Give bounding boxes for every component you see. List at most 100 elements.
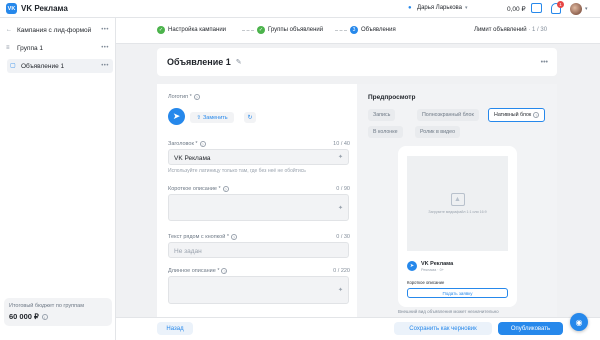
info-icon[interactable]: ? bbox=[222, 186, 229, 192]
page-title: Объявление 1 bbox=[167, 57, 231, 67]
crop-button[interactable]: ↻ bbox=[244, 112, 256, 123]
preview-chip-instream[interactable]: Ролик в видео bbox=[415, 126, 461, 138]
sidebar-item-group[interactable]: ≡ Группа 1 ••• bbox=[3, 41, 113, 55]
preview-chip-fullscreen[interactable]: Полноэкранный блок bbox=[417, 109, 479, 121]
chat-icon[interactable]: ◉ bbox=[570, 313, 588, 331]
preview-chip-column[interactable]: В колонке bbox=[368, 126, 403, 138]
ad-header: Объявление 1 ✎ ••• bbox=[157, 48, 557, 76]
sidebar-item-label: Кампания с лид-формой bbox=[17, 26, 92, 34]
avatar[interactable] bbox=[570, 3, 582, 15]
footer: Назад Сохранить как черновик Опубликоват… bbox=[116, 317, 600, 340]
wallet-icon[interactable] bbox=[531, 3, 542, 13]
preview-chip-post[interactable]: Запись bbox=[368, 109, 396, 121]
back-button[interactable]: Назад bbox=[157, 322, 193, 335]
ad-logo-icon: ➤ bbox=[407, 261, 417, 271]
budget-summary: Итоговый бюджет по группам 60 000 ₽ i bbox=[4, 298, 112, 326]
replace-label: Заменить bbox=[202, 114, 228, 121]
long-desc-label: Длинное описание * ? bbox=[168, 268, 228, 274]
app-logo[interactable]: VK VK Реклама bbox=[6, 3, 68, 14]
long-desc-counter: 0 / 220 bbox=[333, 268, 350, 274]
button-text-input[interactable]: Не задан bbox=[168, 242, 349, 258]
info-icon[interactable]: ? bbox=[221, 268, 228, 274]
step-label: Объявления bbox=[361, 27, 396, 33]
sidebar-item-label: Объявление 1 bbox=[21, 62, 65, 70]
check-icon: ✓ bbox=[257, 26, 265, 34]
step-divider bbox=[335, 30, 347, 31]
step-ads[interactable]: 3 Объявления bbox=[350, 26, 396, 34]
budget-label: Итоговый бюджет по группам bbox=[9, 303, 84, 309]
publish-button[interactable]: Опубликовать bbox=[498, 322, 563, 335]
notification-badge: 1 bbox=[557, 1, 564, 8]
magic-wand-icon[interactable]: ✦ bbox=[338, 287, 343, 294]
sidebar-item-ad[interactable]: ▢ Объявление 1 ••• bbox=[7, 59, 113, 73]
info-icon[interactable]: ? bbox=[230, 234, 237, 240]
info-icon[interactable]: ? bbox=[193, 94, 200, 100]
more-icon[interactable]: ••• bbox=[101, 45, 109, 51]
preview-chip-native[interactable]: Нативный блок ? bbox=[488, 108, 546, 122]
replace-logo-button[interactable]: ⇧ Заменить bbox=[190, 112, 234, 123]
ad-sub: Реклама · 0+ bbox=[421, 268, 444, 272]
magic-wand-icon[interactable]: ✦ bbox=[338, 204, 343, 211]
image-placeholder-text: Загрузите медиафайл 1:1 или 16:9 bbox=[428, 209, 487, 214]
more-icon[interactable]: ••• bbox=[541, 59, 548, 66]
limit-label: Лимит объявлений bbox=[474, 27, 527, 33]
long-desc-input[interactable]: ✦ bbox=[168, 276, 349, 304]
budget-value-row: 60 000 ₽ i bbox=[9, 312, 107, 321]
image-icon: ▲ bbox=[450, 192, 465, 206]
ad-description: Короткое описание bbox=[407, 280, 445, 285]
step-ad-groups[interactable]: ✓ Группы объявлений bbox=[257, 26, 323, 34]
preview-phone: ▲ Загрузите медиафайл 1:1 или 16:9 ➤ VK … bbox=[398, 146, 517, 307]
info-icon[interactable]: ? bbox=[533, 112, 540, 118]
headline-counter: 10 / 40 bbox=[333, 141, 350, 147]
user-name: Дарья Ларькова bbox=[417, 5, 463, 11]
ad-logo-image[interactable]: ➤ bbox=[168, 108, 185, 125]
progress-steps: ✓ Настройка кампании ✓ Группы объявлений… bbox=[116, 18, 600, 44]
short-desc-label: Короткое описание * ? bbox=[168, 186, 229, 192]
short-desc-input[interactable]: ✦ bbox=[168, 194, 349, 221]
chip-label: Нативный блок bbox=[494, 112, 532, 118]
button-text-placeholder: Не задан bbox=[174, 248, 202, 255]
step-divider bbox=[242, 30, 254, 31]
vk-logo-icon: VK bbox=[6, 3, 17, 14]
app-title: VK Реклама bbox=[21, 4, 68, 13]
more-icon[interactable]: ••• bbox=[101, 63, 109, 69]
preview-title: Предпросмотр bbox=[368, 94, 416, 101]
account-switcher[interactable]: ● Дарья Ларькова ▾ bbox=[408, 5, 468, 11]
save-draft-button[interactable]: Сохранить как черновик bbox=[394, 322, 492, 335]
user-icon: ● bbox=[408, 5, 412, 11]
sidebar: ← Кампания с лид-формой ••• ≡ Группа 1 •… bbox=[0, 18, 116, 340]
back-arrow-icon: ← bbox=[6, 27, 12, 33]
preview-note: Внешний вид объявления может незначитель… bbox=[398, 309, 499, 314]
headline-input[interactable]: VK Реклама ✦ bbox=[168, 149, 349, 165]
headline-label: Заголовок * ? bbox=[168, 141, 206, 147]
chevron-down-icon[interactable]: ▾ bbox=[585, 6, 588, 12]
logo-label-text: Логотип * bbox=[168, 94, 192, 100]
logo-label: Логотип * ? bbox=[168, 94, 200, 100]
budget-value: 60 000 ₽ bbox=[9, 312, 39, 321]
crop-icon: ↻ bbox=[247, 115, 253, 121]
info-icon[interactable]: ? bbox=[199, 141, 206, 147]
headline-value: VK Реклама bbox=[174, 155, 211, 162]
image-placeholder[interactable]: ▲ Загрузите медиафайл 1:1 или 16:9 bbox=[407, 156, 508, 251]
headline-hint: Используйте латиницу только там, где без… bbox=[168, 168, 306, 174]
step-campaign-settings[interactable]: ✓ Настройка кампании bbox=[157, 26, 226, 34]
balance[interactable]: 0,00 ₽ bbox=[507, 5, 526, 13]
button-text-label: Текст рядом с кнопкой * ? bbox=[168, 234, 237, 240]
ad-cta-button: Подать заявку bbox=[407, 288, 508, 298]
pencil-icon[interactable]: ✎ bbox=[236, 58, 242, 66]
long-desc-label-text: Длинное описание * bbox=[168, 268, 220, 274]
step-label: Настройка кампании bbox=[168, 27, 227, 33]
short-desc-counter: 0 / 90 bbox=[336, 186, 350, 192]
info-icon[interactable]: i bbox=[41, 313, 48, 320]
preview-panel: Предпросмотр Запись Полноэкранный блок Н… bbox=[357, 84, 557, 317]
ad-name: VK Реклама bbox=[421, 261, 454, 267]
more-icon[interactable]: ••• bbox=[101, 27, 109, 33]
chevron-down-icon: ▾ bbox=[465, 5, 468, 11]
limit-value: 1 / 30 bbox=[532, 27, 548, 33]
headline-label-text: Заголовок * bbox=[168, 141, 198, 147]
button-text-label-text: Текст рядом с кнопкой * bbox=[168, 234, 229, 240]
check-icon: ✓ bbox=[157, 26, 165, 34]
sidebar-item-campaign[interactable]: ← Кампания с лид-формой ••• bbox=[3, 23, 113, 37]
magic-wand-icon[interactable]: ✦ bbox=[338, 154, 343, 161]
upload-icon: ⇧ bbox=[196, 114, 201, 121]
